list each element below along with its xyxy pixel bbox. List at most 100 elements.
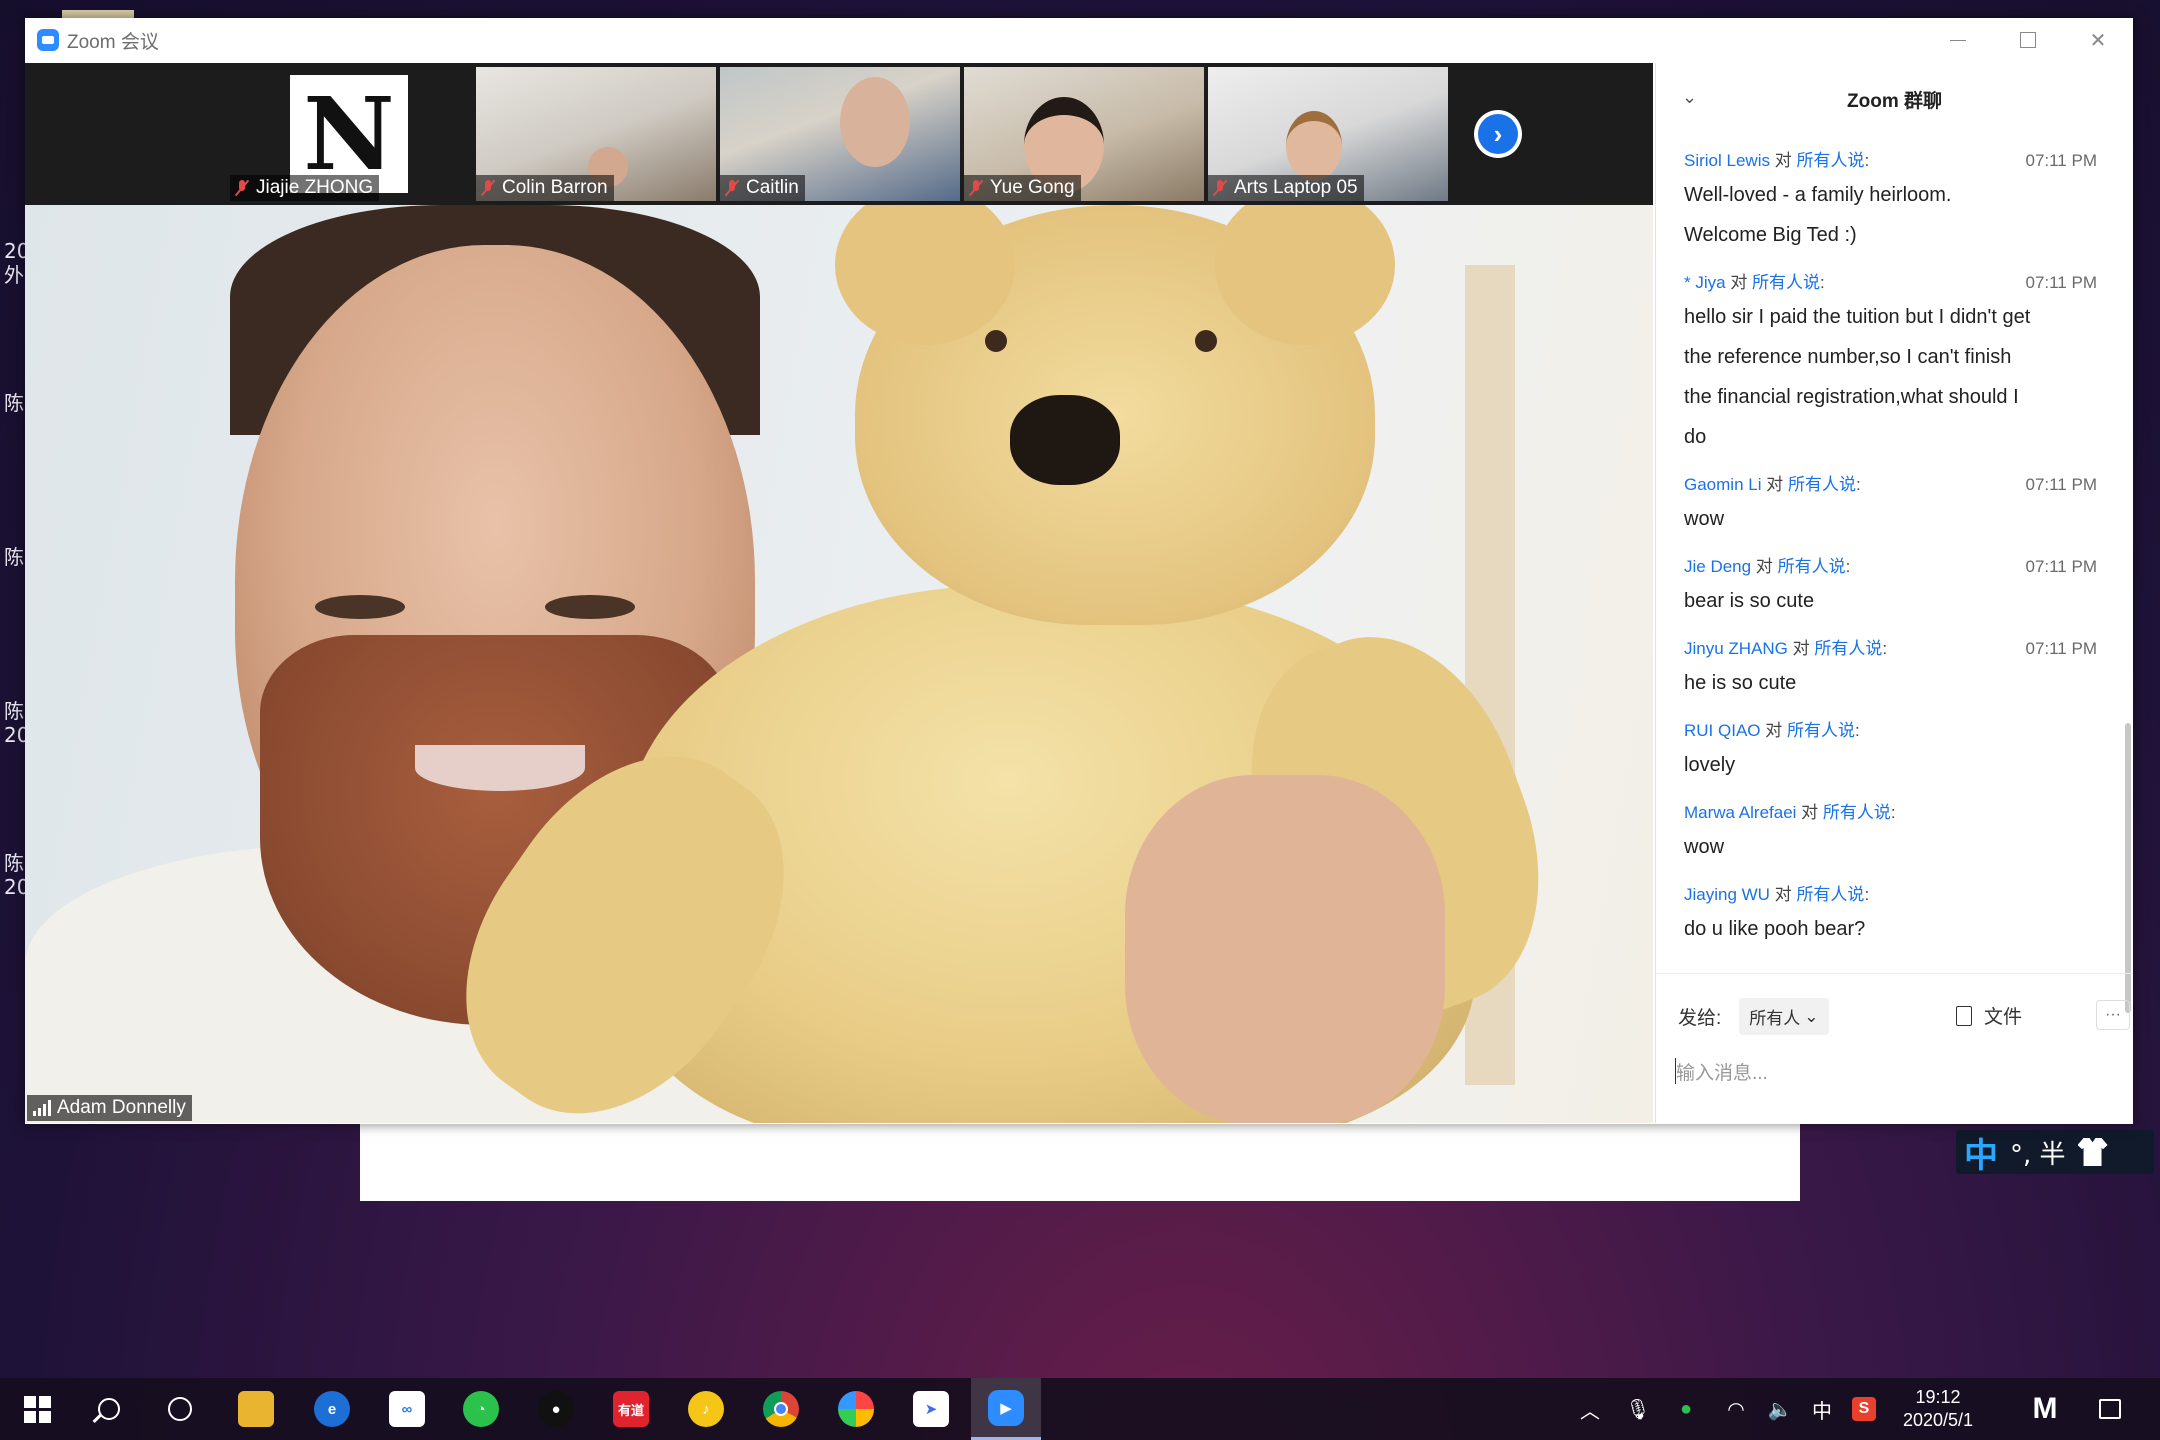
pinwheel-icon [838, 1391, 874, 1427]
volume-tray[interactable]: 🔈 [1760, 1378, 1800, 1440]
title-bar[interactable]: Zoom 会议 ✕ [25, 18, 2133, 62]
input-method-tray[interactable]: 中 [1804, 1378, 1840, 1440]
chevron-down-icon: ⌄ [1804, 1006, 1819, 1026]
chat-sender[interactable]: Jinyu ZHANG [1684, 639, 1788, 658]
teddy-bear-ear [1215, 205, 1395, 345]
close-button[interactable]: ✕ [2063, 18, 2133, 62]
chat-sender[interactable]: Jie Deng [1684, 557, 1751, 576]
send-to-label: 发给: [1678, 1008, 1722, 1029]
chat-message-list[interactable]: Siriol Lewis 对 所有人说: 07:11 PM Well-loved -… [1656, 147, 2133, 973]
chrome-icon [763, 1391, 799, 1427]
desktop-label: 陈 [4, 391, 24, 415]
chat-to-word: 对 [1774, 151, 1792, 170]
maximize-button[interactable] [1993, 18, 2063, 62]
chat-to-word: 对 [1801, 803, 1819, 822]
chat-sender[interactable]: Siriol Lewis [1684, 151, 1770, 170]
chat-message-meta: Gaomin Li 对 所有人说: 07:11 PM [1684, 471, 2105, 499]
participant-tile[interactable]: Yue Gong [964, 67, 1204, 201]
taskbar-app-photo[interactable] [821, 1378, 891, 1440]
wechat-icon: ◔ [463, 1391, 499, 1427]
minimize-button[interactable] [1923, 18, 1993, 62]
taskbar-app-wechat[interactable]: ◔ [446, 1378, 516, 1440]
zoom-meeting-window: Zoom 会议 ✕ N Jiajie ZHONG Colin Barron Ca… [25, 18, 2133, 1124]
participant-strip: N Jiajie ZHONG Colin Barron Caitlin Yue … [25, 63, 1653, 205]
mic-muted-icon [234, 179, 250, 197]
more-options-button[interactable]: ··· [2096, 1000, 2130, 1030]
chat-message-text: the financial registration,what should I [1684, 386, 2019, 408]
taskbar-app-youdao[interactable]: 有道 [596, 1378, 666, 1440]
taskbar-app-file-explorer[interactable] [221, 1378, 291, 1440]
taskbar-clock[interactable]: 19:12 2020/5/1 [1888, 1386, 1988, 1432]
file-icon [1956, 1005, 1972, 1026]
participant-tile[interactable]: Colin Barron [476, 67, 716, 201]
sogou-tray[interactable]: S [1846, 1378, 1882, 1440]
chat-to-word: 对 [1792, 639, 1810, 658]
chat-message: Jinyu ZHANG 对 所有人说: 07:11 PM he is so cute [1656, 635, 2133, 703]
ime-status-bar[interactable]: 中 °, 半 [1956, 1128, 2154, 1177]
chat-sender[interactable]: Gaomin Li [1684, 475, 1761, 494]
chat-message: Gaomin Li 对 所有人说: 07:11 PM wow [1656, 471, 2133, 539]
clock-time: 19:12 [1915, 1387, 1961, 1407]
chat-message-text: Welcome Big Ted :) [1684, 224, 1857, 246]
chat-target[interactable]: 所有人说 [1788, 475, 1856, 494]
chat-message: Jie Deng 对 所有人说: 07:11 PM bear is so cute [1656, 553, 2133, 621]
chat-target[interactable]: 所有人说 [1796, 885, 1864, 904]
taskbar-app-qq[interactable]: ● [521, 1378, 591, 1440]
message-input[interactable] [1676, 1054, 2106, 1094]
show-hidden-icons-button[interactable]: ︿ [1572, 1378, 1608, 1440]
chat-target[interactable]: 所有人说 [1787, 721, 1855, 740]
next-participants-button[interactable]: › [1474, 110, 1522, 158]
recipient-dropdown[interactable]: 所有人 ⌄ [1739, 998, 1829, 1035]
chat-sender[interactable]: Marwa Alrefaei [1684, 803, 1796, 822]
youdao-icon: 有道 [613, 1391, 649, 1427]
mic-muted-icon [724, 179, 740, 197]
chat-sender[interactable]: RUI QIAO [1684, 721, 1761, 740]
send-file-button[interactable]: 文件 [1956, 1002, 2022, 1029]
taskbar-app-zoom[interactable]: ▶ [971, 1378, 1041, 1440]
chat-message-text: hello sir I paid the tuition but I didn'… [1684, 306, 2031, 328]
taskbar-app-feishu[interactable]: ➤ [896, 1378, 966, 1440]
chat-target[interactable]: 所有人说 [1796, 151, 1864, 170]
ime-symbol-settings[interactable]: °, 半 [2010, 1134, 2066, 1171]
taskbar-app-edge[interactable]: e [297, 1378, 367, 1440]
participant-name: Yue Gong [990, 177, 1075, 198]
action-center-button[interactable] [2090, 1378, 2130, 1440]
mic-muted-icon [1212, 179, 1228, 197]
chat-target[interactable]: 所有人说 [1752, 273, 1820, 292]
desktop-label: 陈 [4, 545, 24, 569]
ime-skin-icon[interactable] [2077, 1138, 2108, 1166]
chat-title: Zoom 群聊 [1847, 90, 1942, 112]
taskbar-app-baidu-netdisk[interactable]: ∞ [372, 1378, 442, 1440]
chat-colon: : [1845, 557, 1851, 576]
start-button[interactable] [2, 1378, 72, 1440]
participant-tile[interactable]: Caitlin [720, 67, 960, 201]
search-button[interactable] [74, 1378, 144, 1440]
taskbar-app-qq-music[interactable]: ♪ [671, 1378, 741, 1440]
notification-icon [2099, 1399, 2121, 1419]
zoom-camera-icon: ▶ [988, 1389, 1024, 1426]
chat-scrollbar[interactable] [2125, 723, 2131, 1013]
microphone-tray[interactable]: 🎙 [1620, 1378, 1656, 1440]
desktop-label: 陈 [4, 851, 24, 875]
chat-sender[interactable]: * Jiya [1684, 273, 1726, 292]
chat-colon: : [1864, 885, 1870, 904]
cortana-button[interactable] [145, 1378, 215, 1440]
chat-to-word: 对 [1730, 273, 1748, 292]
wechat-tray[interactable]: ● [1666, 1378, 1706, 1440]
chat-sender[interactable]: Jiaying WU [1684, 885, 1770, 904]
chevron-down-icon[interactable]: ⌄ [1682, 87, 1697, 108]
active-speaker-video[interactable]: Adam Donnelly [25, 205, 1653, 1123]
chat-target[interactable]: 所有人说 [1814, 639, 1882, 658]
cortana-icon [168, 1397, 192, 1421]
chat-target[interactable]: 所有人说 [1778, 557, 1846, 576]
participant-tile[interactable]: Arts Laptop 05 [1208, 67, 1448, 201]
participant-tile[interactable]: N Jiajie ZHONG [230, 67, 470, 201]
network-tray[interactable]: ◠ [1716, 1378, 1756, 1440]
background-document-window[interactable] [360, 1115, 1800, 1201]
ime-mode-indicator[interactable]: 中 [1964, 1128, 1998, 1177]
chat-target[interactable]: 所有人说 [1823, 803, 1891, 822]
taskbar-app-chrome[interactable] [746, 1378, 816, 1440]
connection-signal-icon [33, 1100, 51, 1116]
participant-name: Caitlin [746, 177, 799, 198]
user-logo-tray[interactable]: M [2010, 1378, 2080, 1440]
